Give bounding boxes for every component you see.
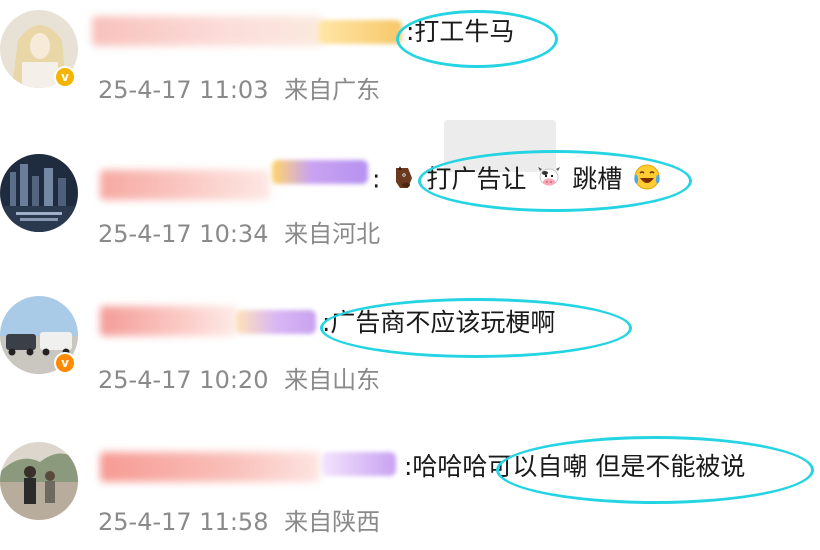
comment-item: : 打广告让 跳槽 25-4-17 10:34 来自河北: [0, 140, 820, 260]
comment-time: 25-4-17 11:03: [98, 76, 269, 104]
comment-time: 25-4-17 11:58: [98, 508, 269, 536]
comment-text: :广告商不应该玩梗啊: [322, 308, 556, 337]
comment-meta: 25-4-17 11:03 来自广东: [98, 70, 380, 105]
comment-item: v :打工牛马 25-4-17 11:03 来自广东: [0, 0, 820, 120]
comment-meta: 25-4-17 10:34 来自河北: [98, 214, 380, 249]
blurred-username: [100, 306, 238, 336]
comment-prefix: :: [372, 164, 381, 194]
comment-text: :哈哈哈可以自嘲 但是不能被说: [404, 452, 746, 481]
comment-time: 25-4-17 10:20: [98, 366, 269, 394]
fan-badge: [322, 452, 396, 476]
laughing-crying-face-icon: [632, 162, 662, 199]
comment-meta: 25-4-17 11:58 来自陕西: [98, 502, 380, 537]
comment-text: :打工牛马: [406, 17, 515, 46]
avatar[interactable]: [0, 154, 78, 232]
fan-badge: [272, 160, 368, 184]
verified-badge-icon: v: [54, 66, 76, 88]
comment-text-part: 打广告让: [426, 164, 527, 194]
verified-badge-icon: v: [54, 352, 76, 374]
cow-face-icon: [536, 164, 562, 197]
horse-face-icon: [390, 164, 416, 197]
comment-location: 来自河北: [284, 220, 381, 248]
comment-text-part: 跳槽: [572, 164, 623, 194]
comment-time: 25-4-17 10:34: [98, 220, 269, 248]
fan-badge: [318, 20, 402, 44]
blurred-username: [92, 16, 322, 46]
blurred-username: [100, 170, 270, 200]
comment-item: :哈哈哈可以自嘲 但是不能被说 25-4-17 11:58 来自陕西: [0, 430, 820, 550]
comment-location: 来自山东: [284, 366, 381, 394]
comment-item: v :广告商不应该玩梗啊 25-4-17 10:20 来自山东: [0, 288, 820, 408]
comment-text: : 打广告让 跳槽: [372, 162, 664, 199]
fan-badge: [236, 310, 316, 334]
comment-location: 来自陕西: [284, 508, 381, 536]
avatar[interactable]: [0, 442, 78, 520]
comment-meta: 25-4-17 10:20 来自山东: [98, 360, 380, 395]
comment-location: 来自广东: [284, 76, 381, 104]
blurred-username: [100, 452, 320, 482]
